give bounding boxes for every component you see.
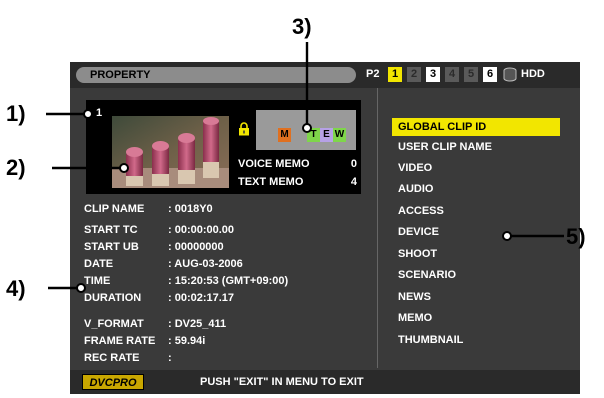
duration-value: : 00:02:17.17 [168,292,235,304]
menu-item-device[interactable]: DEVICE [392,223,560,241]
clip-mark-m: M [278,128,291,142]
menu-item-global-clip-id[interactable]: GLOBAL CLIP ID [392,118,560,136]
menu-item-video[interactable]: VIDEO [392,159,560,177]
text-memo-count: 4 [350,176,357,188]
menu-item-access[interactable]: ACCESS [392,202,560,220]
v-format-label: V_FORMAT [84,318,144,330]
hdd-icon [503,67,517,82]
callout-3: 3) [292,14,312,39]
voice-memo-label: VOICE MEMO [238,158,310,170]
slot-4-indicator[interactable]: 4 [445,67,459,82]
dvcpro-badge: DVCPRO [82,374,144,390]
start-ub-value: : 00000000 [168,241,224,253]
slot-3-indicator[interactable]: 3 [426,67,440,82]
callout-4: 4) [6,276,26,301]
duration-label: DURATION [84,292,142,304]
frame-rate-label: FRAME RATE [84,335,156,347]
time-value: : 15:20:53 (GMT+09:00) [168,275,289,287]
clip-name-label: CLIP NAME [84,203,145,215]
callout-2: 2) [6,155,26,180]
start-ub-label: START UB [84,241,139,253]
callout-1: 1) [6,101,26,126]
panel-divider [377,88,378,368]
voice-memo-count: 0 [350,158,357,170]
text-memo-label: TEXT MEMO [238,176,304,188]
slot-1-indicator[interactable]: 1 [388,67,402,82]
menu-item-scenario[interactable]: SCENARIO [392,266,560,284]
page-title: PROPERTY [76,67,356,83]
frame-rate-value: : 59.94i [168,335,206,347]
slot-2-indicator[interactable]: 2 [407,67,421,82]
clip-mark-w: W [333,128,346,142]
menu-item-memo[interactable]: MEMO [392,309,560,327]
rec-rate-value: : [168,352,172,364]
hdd-label: HDD [521,68,545,80]
slot-5-indicator[interactable]: 5 [464,67,478,82]
date-label: DATE [84,258,114,270]
rec-rate-label: REC RATE [84,352,140,364]
menu-item-user-clip-name[interactable]: USER CLIP NAME [392,138,560,156]
clip-mark-t: T [307,128,320,142]
menu-item-news[interactable]: NEWS [392,288,560,306]
p2-label: P2 [366,68,380,80]
start-tc-value: : 00:00:00.00 [168,224,235,236]
clip-name-value: : 0018Y0 [168,203,213,215]
lock-icon [239,122,249,136]
date-value: : AUG-03-2006 [168,258,243,270]
menu-item-shoot[interactable]: SHOOT [392,245,560,263]
menu-item-thumbnail[interactable]: THUMBNAIL [392,331,560,349]
v-format-value: : DV25_411 [168,318,227,330]
clip-thumbnail-image [112,116,229,188]
start-tc-label: START TC [84,224,138,236]
callout-5: 5) [566,224,586,249]
menu-item-audio[interactable]: AUDIO [392,180,560,198]
clip-mark-e: E [320,128,333,142]
clip-number: 1 [96,107,103,119]
exit-hint: PUSH "EXIT" IN MENU TO EXIT [200,376,364,388]
slot-6-indicator[interactable]: 6 [483,67,497,82]
time-label: TIME [84,275,111,287]
